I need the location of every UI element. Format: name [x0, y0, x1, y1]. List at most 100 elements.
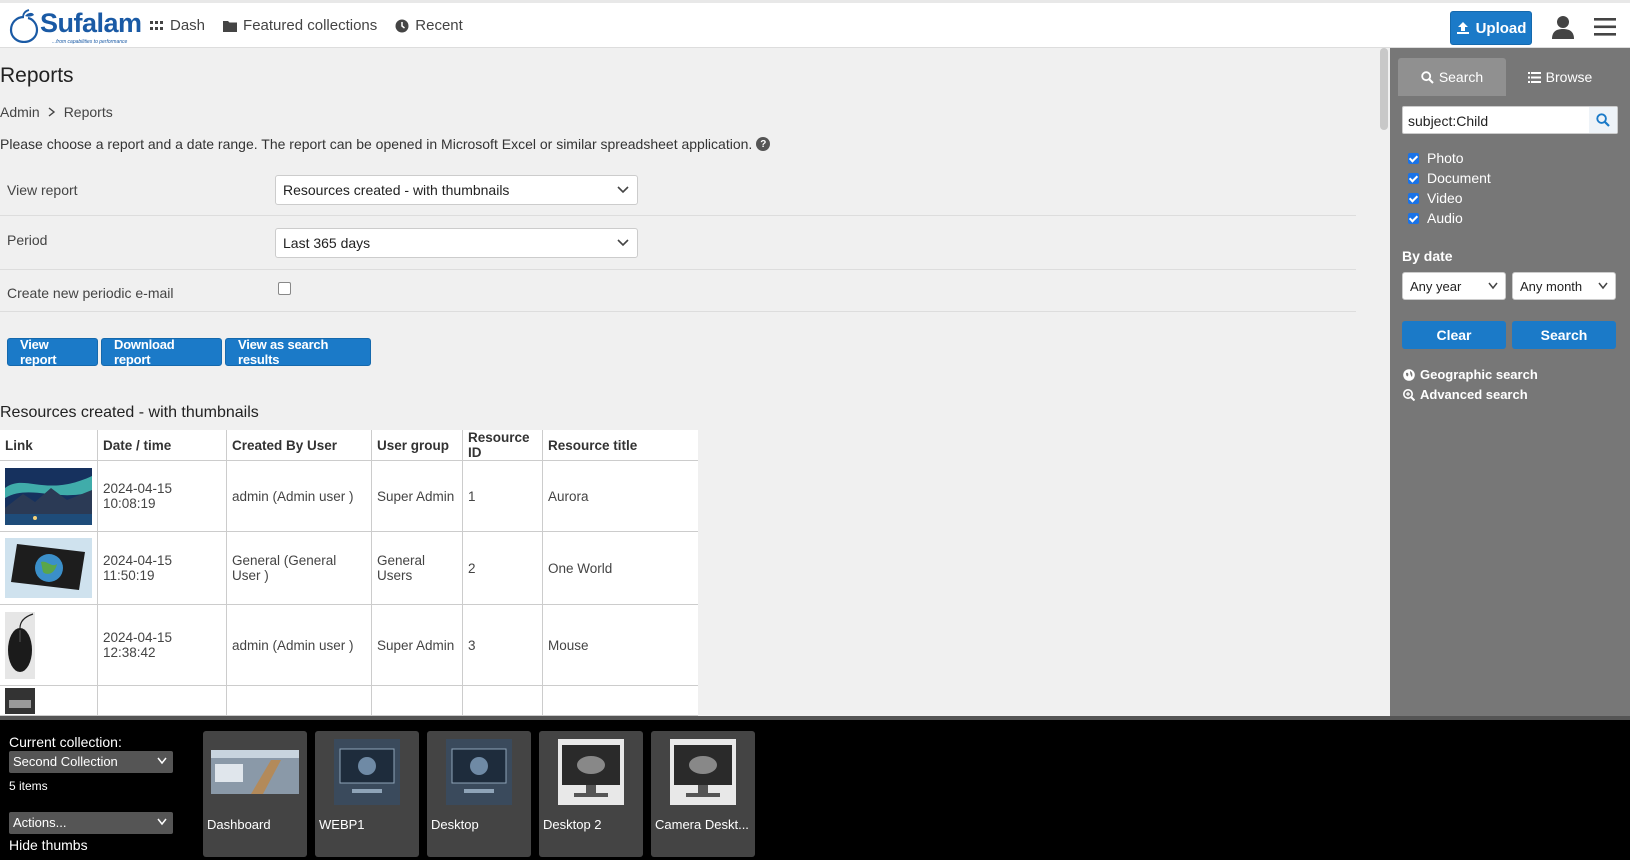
filter-audio[interactable]: Audio — [1408, 208, 1491, 228]
collection-item-count: 5 items — [9, 779, 48, 793]
checkbox-checked[interactable] — [1408, 172, 1419, 184]
collection-select[interactable]: Second Collection — [9, 751, 173, 773]
logo-tagline: ...from capabilities to performance — [52, 39, 128, 45]
geographic-search-link[interactable]: Geographic search — [1403, 367, 1538, 382]
filter-document[interactable]: Document — [1408, 168, 1491, 188]
filter-video-label: Video — [1427, 190, 1463, 206]
view-report-button[interactable]: View report — [7, 337, 98, 367]
tab-search[interactable]: Search — [1398, 58, 1506, 96]
search-submit-button[interactable] — [1589, 107, 1617, 133]
row-link-cell[interactable] — [0, 685, 98, 716]
search-input[interactable]: subject:Child — [1402, 106, 1618, 134]
tab-browse[interactable]: Browse — [1506, 58, 1614, 96]
partial-thumbnail[interactable] — [5, 687, 35, 714]
filter-document-label: Document — [1427, 170, 1491, 186]
col-user-group: User group — [371, 430, 463, 461]
filter-audio-label: Audio — [1427, 210, 1463, 226]
filter-photo[interactable]: Photo — [1408, 148, 1491, 168]
breadcrumb: Admin Reports — [0, 104, 113, 120]
checkbox-checked[interactable] — [1408, 212, 1419, 224]
row-date: 2024-04-15 12:38:42 — [97, 604, 227, 686]
row-date: 2024-04-15 10:08:19 — [97, 460, 227, 532]
year-select-value: Any year — [1410, 279, 1462, 294]
search-icon — [1421, 70, 1434, 84]
row-title: One World — [542, 531, 698, 605]
logo[interactable]: Sufalam ...from capabilities to performa… — [8, 9, 142, 45]
mouse-thumbnail[interactable] — [5, 611, 35, 679]
top-header: Sufalam ...from capabilities to performa… — [0, 0, 1630, 48]
row-link-cell[interactable] — [0, 460, 98, 532]
nav-recent[interactable]: Recent — [395, 17, 463, 34]
collection-select-value: Second Collection — [13, 754, 118, 769]
filter-video[interactable]: Video — [1408, 188, 1491, 208]
desktop-2-thumbnail — [558, 739, 624, 805]
clock-icon — [395, 19, 409, 32]
download-report-button[interactable]: Download report — [101, 337, 222, 367]
report-table: Link Date / time Created By User User gr… — [0, 430, 698, 716]
hamburger-menu-icon[interactable] — [1594, 17, 1616, 37]
nav-featured-collections[interactable]: Featured collections — [223, 17, 377, 34]
hide-thumbs-link[interactable]: Hide thumbs — [9, 837, 88, 853]
breadcrumb-admin[interactable]: Admin — [0, 104, 40, 120]
collection-item-label: Camera Deskt... — [655, 817, 749, 832]
period-select[interactable]: Last 365 days — [275, 228, 638, 258]
scrollbar-thumb[interactable] — [1380, 48, 1388, 130]
view-as-search-results-button[interactable]: View as search results — [225, 337, 371, 367]
checkbox-checked[interactable] — [1408, 192, 1419, 204]
chevron-down-icon — [617, 239, 629, 247]
month-select-value: Any month — [1520, 279, 1583, 294]
row-id: 3 — [462, 604, 543, 686]
periodic-email-label: Create new periodic e-mail — [7, 285, 174, 301]
folder-icon — [223, 20, 238, 32]
row-id: 1 — [462, 460, 543, 532]
upload-button[interactable]: Upload — [1450, 11, 1532, 45]
month-select[interactable]: Any month — [1512, 272, 1616, 300]
row-link-cell[interactable] — [0, 604, 98, 686]
view-report-row: View report Resources created - with thu… — [0, 168, 1356, 216]
clear-button[interactable]: Clear — [1402, 321, 1506, 349]
search-icon — [1596, 113, 1610, 127]
breadcrumb-reports: Reports — [63, 104, 113, 120]
nav-dash[interactable]: Dash — [150, 17, 205, 34]
row-link-cell[interactable] — [0, 531, 98, 605]
main-content: Reports Admin Reports Please choose a re… — [0, 48, 1380, 716]
webp1-thumbnail — [334, 739, 400, 805]
collection-item[interactable]: Desktop 2 — [539, 731, 643, 857]
collection-actions-select[interactable]: Actions... — [9, 812, 173, 834]
collection-item[interactable]: WEBP1 — [315, 731, 419, 857]
view-report-value: Resources created - with thumbnails — [283, 182, 510, 198]
col-link: Link — [0, 430, 98, 461]
main-scrollbar[interactable] — [1378, 48, 1390, 716]
search-button[interactable]: Search — [1512, 321, 1616, 349]
user-icon[interactable] — [1552, 15, 1574, 39]
periodic-email-checkbox[interactable] — [278, 282, 291, 295]
collection-item-thumbnail — [435, 739, 523, 805]
tab-search-label: Search — [1438, 69, 1484, 85]
year-select[interactable]: Any year — [1402, 272, 1506, 300]
col-resource-title: Resource title — [542, 430, 698, 461]
table-row: 2024-04-15 12:38:42 admin (Admin user ) … — [0, 604, 698, 686]
one-world-thumbnail[interactable] — [5, 538, 92, 598]
collection-item[interactable]: Camera Deskt... — [651, 731, 755, 857]
table-row: 2024-04-15 10:08:19 admin (Admin user ) … — [0, 460, 698, 532]
aurora-thumbnail[interactable] — [5, 467, 92, 525]
chevron-right-icon — [48, 107, 55, 117]
nav-recent-label: Recent — [415, 17, 463, 34]
row-user: General (General User ) — [226, 531, 372, 605]
collection-item[interactable]: Desktop — [427, 731, 531, 857]
collection-item-label: Desktop — [431, 817, 479, 832]
row-group: Super Admin — [371, 604, 463, 686]
list-icon — [1527, 71, 1541, 83]
table-row: 2024-04-15 11:50:19 General (General Use… — [0, 531, 698, 605]
sidebar-tabs: Search Browse — [1398, 58, 1614, 96]
help-icon[interactable]: ? — [756, 137, 771, 151]
nav-featured-label: Featured collections — [243, 17, 378, 34]
current-collection-label: Current collection: — [9, 734, 122, 750]
nav-dash-label: Dash — [170, 17, 206, 34]
collection-item[interactable]: Dashboard — [203, 731, 307, 857]
view-report-select[interactable]: Resources created - with thumbnails — [275, 175, 638, 205]
collection-actions-value: Actions... — [13, 815, 67, 830]
collection-item-thumbnail — [547, 739, 635, 805]
checkbox-checked[interactable] — [1408, 152, 1419, 164]
advanced-search-link[interactable]: Advanced search — [1403, 387, 1528, 402]
